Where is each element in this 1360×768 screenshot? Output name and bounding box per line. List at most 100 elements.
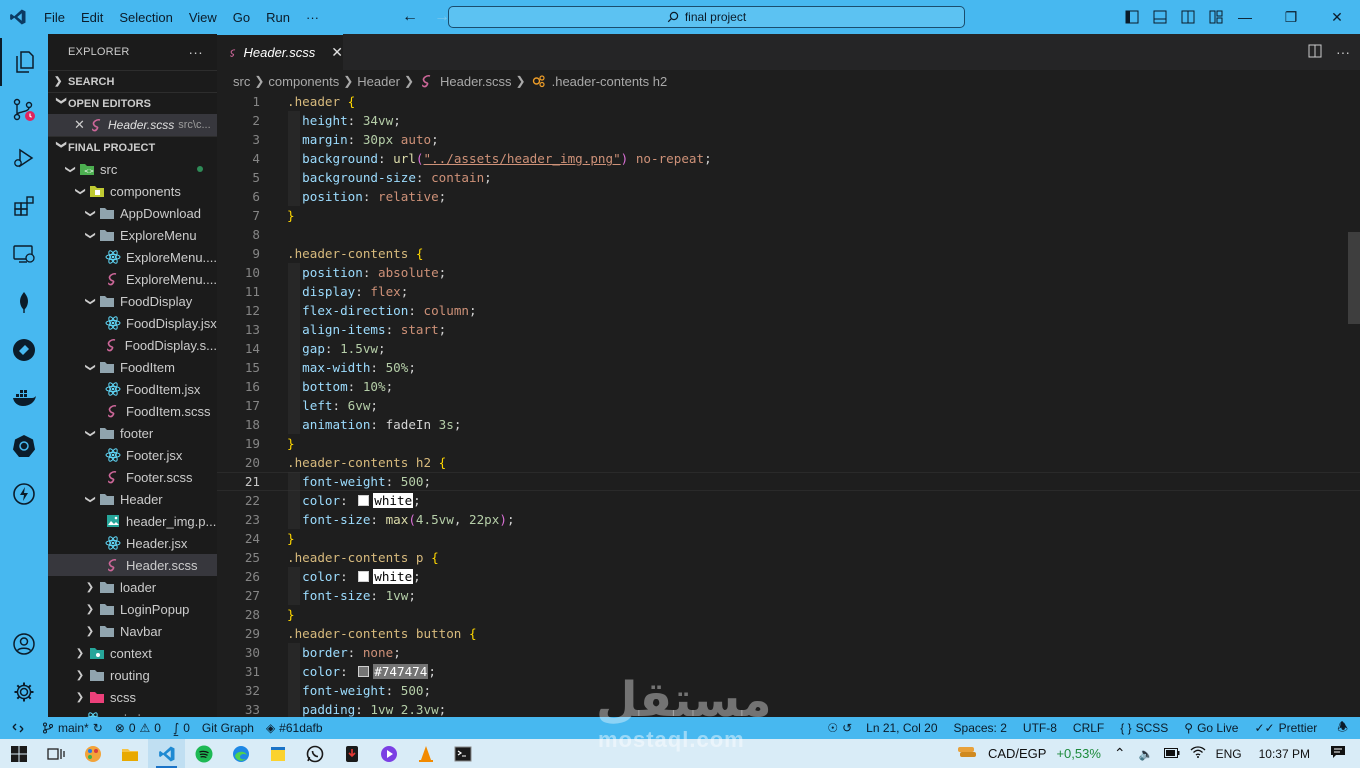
menu-view[interactable]: View	[181, 10, 225, 25]
taskbar-app-downloader[interactable]	[333, 739, 370, 768]
tree-file[interactable]: FoodDisplay.jsx	[48, 312, 217, 334]
code-line[interactable]: 26 color: white;	[217, 567, 1360, 586]
code-line[interactable]: 23 font-size: max(4.5vw, 22px);	[217, 510, 1360, 529]
code-line[interactable]: 1 .header {	[217, 92, 1360, 111]
code-line[interactable]: 10 position: absolute;	[217, 263, 1360, 282]
code-line[interactable]: 33 padding: 1vw 2.3vw;	[217, 700, 1360, 717]
wifi-icon[interactable]	[1185, 745, 1211, 762]
color-swatch-icon[interactable]	[358, 666, 370, 677]
task-view-button[interactable]	[37, 739, 74, 768]
tree-file[interactable]: main.jsx	[48, 708, 217, 717]
cursor-position[interactable]: Ln 21, Col 20	[858, 721, 945, 735]
menu-run[interactable]: Run	[258, 10, 298, 25]
menu-edit[interactable]: Edit	[73, 10, 111, 25]
ports-status[interactable]: ⨜ 0	[167, 721, 196, 735]
problems-status[interactable]: ⊗ 0 ⚠ 0	[109, 721, 167, 735]
search-section[interactable]: ❯ SEARCH	[48, 70, 217, 92]
tree-folder[interactable]: ❯ FoodItem	[48, 356, 217, 378]
restore-icon[interactable]: ❐	[1268, 0, 1314, 34]
taskbar-app-vscode[interactable]	[148, 739, 185, 768]
go-live[interactable]: ⚲ Go Live	[1176, 721, 1246, 735]
tab-header-scss[interactable]: Header.scss ✕	[217, 34, 343, 70]
minimize-icon[interactable]: —	[1222, 0, 1268, 34]
code-line[interactable]: 4 background: url("../assets/header_img.…	[217, 149, 1360, 168]
taskbar-app-whatsapp[interactable]	[296, 739, 333, 768]
code-line[interactable]: 21 font-weight: 500;	[217, 472, 1360, 491]
tree-folder[interactable]: ❯ loader	[48, 576, 217, 598]
source-control-icon[interactable]	[0, 86, 48, 134]
taskbar-app-edge[interactable]	[222, 739, 259, 768]
tree-file[interactable]: FoodItem.jsx	[48, 378, 217, 400]
code-line[interactable]: 2 height: 34vw;	[217, 111, 1360, 130]
tree-folder[interactable]: ❯ AppDownload	[48, 202, 217, 224]
commit-status[interactable]: ◈ #61dafb	[260, 721, 329, 735]
branch-status[interactable]: main* ↻	[36, 721, 109, 735]
tree-folder[interactable]: ❯ Navbar	[48, 620, 217, 642]
open-editor-item[interactable]: ✕ Header.scss src\c...	[48, 114, 217, 136]
ticker-symbol[interactable]: CAD/EGP	[983, 746, 1052, 761]
extensions-icon[interactable]	[0, 182, 48, 230]
code-line[interactable]: 20 .header-contents h2 {	[217, 453, 1360, 472]
tree-folder[interactable]: ❯ <> src	[48, 158, 217, 180]
taskbar-app-vlc[interactable]	[407, 739, 444, 768]
tree-folder[interactable]: ❯ scss	[48, 686, 217, 708]
tree-file[interactable]: Footer.scss	[48, 466, 217, 488]
code-line[interactable]: 18 animation: fadeIn 3s;	[217, 415, 1360, 434]
editor-scrollbar[interactable]	[1348, 92, 1360, 717]
battery-icon[interactable]	[1159, 747, 1185, 761]
taskbar-app-paint[interactable]	[74, 739, 111, 768]
code-line[interactable]: 13 align-items: start;	[217, 320, 1360, 339]
tree-file[interactable]: FoodDisplay.s...	[48, 334, 217, 356]
volume-icon[interactable]: 🔈	[1134, 747, 1159, 761]
tree-folder[interactable]: ❯ LoginPopup	[48, 598, 217, 620]
close-window-icon[interactable]: ✕	[1314, 0, 1360, 34]
start-button[interactable]	[0, 739, 37, 768]
menu-go[interactable]: Go	[225, 10, 258, 25]
color-swatch-icon[interactable]	[358, 571, 370, 582]
tree-file[interactable]: FoodItem.scss	[48, 400, 217, 422]
clock[interactable]: 10:37 PM	[1247, 747, 1322, 761]
tree-file[interactable]: Header.jsx	[48, 532, 217, 554]
tree-folder[interactable]: ❯ components	[48, 180, 217, 202]
tree-file[interactable]: ExploreMenu....	[48, 268, 217, 290]
code-line[interactable]: 29 .header-contents button {	[217, 624, 1360, 643]
code-line[interactable]: 32 font-weight: 500;	[217, 681, 1360, 700]
code-line[interactable]: 7}	[217, 206, 1360, 225]
mongodb-leaf-icon[interactable]	[0, 278, 48, 326]
tree-file[interactable]: Footer.jsx	[48, 444, 217, 466]
sync-icon[interactable]: ↻	[93, 721, 103, 735]
back-arrow-icon[interactable]: ←	[397, 5, 423, 29]
explorer-more-button[interactable]: ···	[188, 44, 203, 60]
remote-explorer-icon[interactable]	[0, 230, 48, 278]
breadcrumb-header[interactable]: Header	[357, 74, 400, 89]
run-debug-icon[interactable]	[0, 134, 48, 182]
encoding[interactable]: UTF-8	[1015, 721, 1065, 735]
language-mode[interactable]: { } SCSS	[1112, 721, 1176, 735]
input-language[interactable]: ENG	[1211, 747, 1247, 761]
git-graph-status[interactable]: Git Graph	[196, 721, 260, 735]
code-line[interactable]: 6 position: relative;	[217, 187, 1360, 206]
toggle-secondary-sidebar-icon[interactable]	[1176, 5, 1200, 29]
command-center-search[interactable]: final project	[448, 6, 965, 28]
prettier-status[interactable]: ✓✓ Prettier	[1246, 721, 1325, 735]
code-line[interactable]: 8	[217, 225, 1360, 244]
code-line[interactable]: 14 gap: 1.5vw;	[217, 339, 1360, 358]
end-of-line[interactable]: CRLF	[1065, 721, 1112, 735]
code-line[interactable]: 19}	[217, 434, 1360, 453]
account-icon[interactable]	[0, 620, 48, 668]
code-line[interactable]: 17 left: 6vw;	[217, 396, 1360, 415]
more-actions-icon[interactable]: ···	[1336, 44, 1350, 60]
notifications[interactable]: 🕭	[1325, 718, 1360, 739]
taskbar-app-spotify[interactable]	[185, 739, 222, 768]
code-line[interactable]: 27 font-size: 1vw;	[217, 586, 1360, 605]
tree-file[interactable]: header_img.p...	[48, 510, 217, 532]
split-editor-icon[interactable]	[1308, 44, 1322, 61]
open-editors-section[interactable]: ❯ OPEN EDITORS	[48, 92, 217, 114]
color-swatch-icon[interactable]	[358, 495, 370, 506]
code-editor[interactable]: 1 .header {2 height: 34vw; 3 margin: 30px …	[217, 92, 1360, 717]
toggle-primary-sidebar-icon[interactable]	[1120, 5, 1144, 29]
tree-file[interactable]: Header.scss	[48, 554, 217, 576]
taskbar-app-media[interactable]	[370, 739, 407, 768]
project-section[interactable]: ❯ FINAL PROJECT	[48, 136, 217, 158]
menu-more[interactable]: ···	[298, 10, 327, 25]
